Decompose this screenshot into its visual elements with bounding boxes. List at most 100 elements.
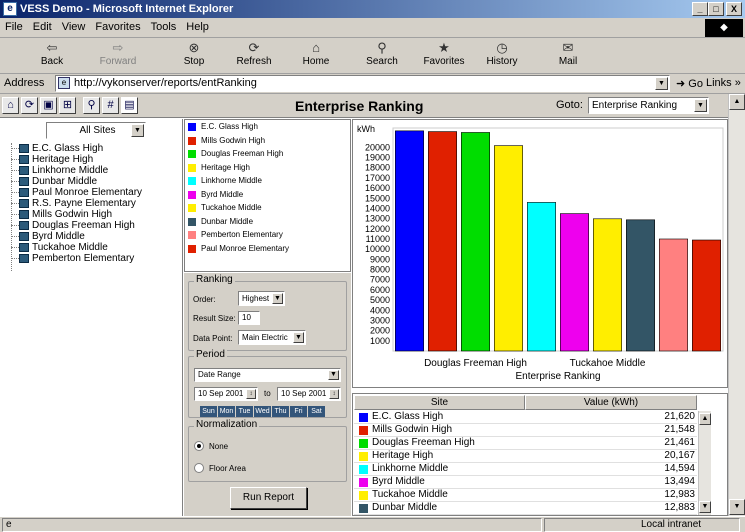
table-row[interactable]: E.C. Glass High 21,620 (354, 411, 697, 424)
to-label: to (264, 389, 271, 398)
menu-edit[interactable]: Edit (28, 18, 57, 36)
mail-button[interactable]: ✉ Mail (542, 40, 594, 72)
table-row[interactable]: Linkhorne Middle 14,594 (354, 463, 697, 476)
run-report-button[interactable]: Run Report (230, 487, 307, 509)
tree-site-item[interactable]: Heritage High (10, 154, 180, 165)
date-from-spinner-icon[interactable]: ↕ (246, 389, 256, 399)
period-dropdown-icon: ▼ (328, 370, 339, 380)
table-scrollbar[interactable]: ▲ ▼ (698, 411, 711, 515)
refresh-report-icon[interactable]: ⟳ (21, 97, 38, 114)
site-filter-select[interactable]: All Sites ▼ (46, 122, 146, 139)
tree-site-item[interactable]: Linkhorne Middle (10, 165, 180, 176)
table-header-value[interactable]: Value (kWh) (525, 395, 697, 410)
page-icon: e (58, 77, 70, 89)
result-size-input[interactable]: 10 (238, 311, 260, 325)
table-row[interactable]: Tuckahoe Middle 12,983 (354, 489, 697, 502)
table-row[interactable]: Byrd Middle 13,494 (354, 476, 697, 489)
goto-select[interactable]: Enterprise Ranking ▼ (588, 97, 709, 114)
table-row[interactable]: Heritage High 20,167 (354, 450, 697, 463)
day-sat[interactable]: Sat (308, 406, 325, 417)
tree-site-item[interactable]: Pemberton Elementary (10, 253, 180, 264)
status-zone: Local intranet (544, 518, 740, 532)
tree-site-item[interactable]: E.C. Glass High (10, 143, 180, 154)
hierarchy-icon[interactable]: ⊞ (59, 97, 76, 114)
day-fri[interactable]: Fri (290, 406, 307, 417)
data-point-select[interactable]: Main Electric ▼ (238, 330, 306, 345)
menu-tools[interactable]: Tools (146, 18, 182, 36)
favorites-button[interactable]: ★ Favorites (418, 40, 470, 72)
home-button[interactable]: ⌂ Home (290, 40, 342, 72)
grid-icon[interactable]: # (102, 97, 119, 114)
refresh-button[interactable]: ⟳ Refresh (228, 40, 280, 72)
menu-file[interactable]: File (0, 18, 28, 36)
day-wed[interactable]: Wed (254, 406, 271, 417)
day-mon[interactable]: Mon (218, 406, 235, 417)
address-input[interactable]: e http://vykonserver/reports/entRanking … (55, 75, 670, 92)
table-header-site[interactable]: Site (354, 395, 525, 410)
legend-item: Douglas Freeman High (185, 147, 350, 161)
forward-button[interactable]: ⇨ Forward (92, 40, 144, 72)
save-icon[interactable]: ▣ (40, 97, 57, 114)
tree-site-item[interactable]: Paul Monroe Elementary (10, 187, 180, 198)
menu-view[interactable]: View (57, 18, 91, 36)
table-scroll-up-icon[interactable]: ▲ (699, 413, 711, 425)
date-to-input[interactable]: 10 Sep 2001 ↕ (277, 387, 341, 401)
y-tick-label: 14000 (365, 203, 390, 213)
zoom-icon[interactable]: ⚲ (83, 97, 100, 114)
legend-item: Tuckahoe Middle (185, 201, 350, 215)
table-row[interactable]: Mills Godwin High 21,548 (354, 424, 697, 437)
date-to-value: 10 Sep 2001 (281, 389, 327, 398)
table-icon[interactable]: ▤ (121, 97, 138, 114)
menu-help[interactable]: Help (181, 18, 214, 36)
tree-site-item[interactable]: Tuckahoe Middle (10, 242, 180, 253)
close-button[interactable]: X (726, 2, 742, 16)
x-tick-label: Tuckahoe Middle (570, 358, 646, 369)
legend-label: Heritage High (201, 162, 250, 172)
row-swatch (359, 452, 368, 461)
normalization-floor-radio[interactable] (194, 463, 204, 473)
table-row[interactable]: Douglas Freeman High 21,461 (354, 437, 697, 450)
tree-site-item[interactable]: R.S. Payne Elementary (10, 198, 180, 209)
y-axis-label: kWh (357, 124, 375, 134)
normalization-none-radio[interactable] (194, 441, 204, 451)
address-dropdown-icon[interactable]: ▼ (655, 77, 668, 90)
day-tue[interactable]: Tue (236, 406, 253, 417)
date-from-input[interactable]: 10 Sep 2001 ↕ (194, 387, 258, 401)
go-button[interactable]: ➜ Go (676, 77, 703, 90)
address-label: Address (4, 77, 45, 89)
table-row[interactable]: Dunbar Middle 12,883 (354, 502, 697, 515)
home-label: Home (302, 56, 330, 67)
legend-item: Pemberton Elementary (185, 228, 350, 242)
search-button[interactable]: ⚲ Search (356, 40, 408, 72)
row-value: 13,494 (664, 476, 695, 487)
day-thu[interactable]: Thu (272, 406, 289, 417)
tree-site-item[interactable]: Byrd Middle (10, 231, 180, 242)
order-select[interactable]: Highest ▼ (238, 291, 285, 306)
row-site: Tuckahoe Middle (372, 489, 448, 500)
table-scroll-down-icon[interactable]: ▼ (699, 501, 711, 513)
go-arrow-icon: ➜ (676, 78, 689, 90)
home-nav-icon[interactable]: ⌂ (2, 97, 19, 114)
tree-branch (11, 148, 19, 149)
menu-favorites[interactable]: Favorites (90, 18, 145, 36)
maximize-button[interactable]: □ (708, 2, 724, 16)
date-to-spinner-icon[interactable]: ↕ (329, 389, 339, 399)
goto-value: Enterprise Ranking (592, 100, 678, 111)
data-point-value: Main Electric (242, 333, 288, 342)
tree-site-item[interactable]: Dunbar Middle (10, 176, 180, 187)
day-sun[interactable]: Sun (200, 406, 217, 417)
scroll-down-icon[interactable]: ▼ (729, 499, 745, 515)
tree-site-item[interactable]: Douglas Freeman High (10, 220, 180, 231)
minimize-button[interactable]: _ (692, 2, 708, 16)
bar-douglas-freeman-high (461, 132, 490, 352)
links-button[interactable]: Links » (706, 77, 741, 89)
order-label: Order: (193, 295, 216, 304)
scroll-up-icon[interactable]: ▲ (729, 94, 745, 110)
back-button[interactable]: ⇦ Back (26, 40, 78, 72)
page-scrollbar[interactable]: ▲ ▼ (728, 94, 745, 516)
stop-button[interactable]: ⊗ Stop (168, 40, 220, 72)
tree-site-item[interactable]: Mills Godwin High (10, 209, 180, 220)
row-value: 21,620 (664, 411, 695, 422)
history-button[interactable]: ◷ History (476, 40, 528, 72)
period-mode-select[interactable]: Date Range ▼ (194, 368, 341, 382)
